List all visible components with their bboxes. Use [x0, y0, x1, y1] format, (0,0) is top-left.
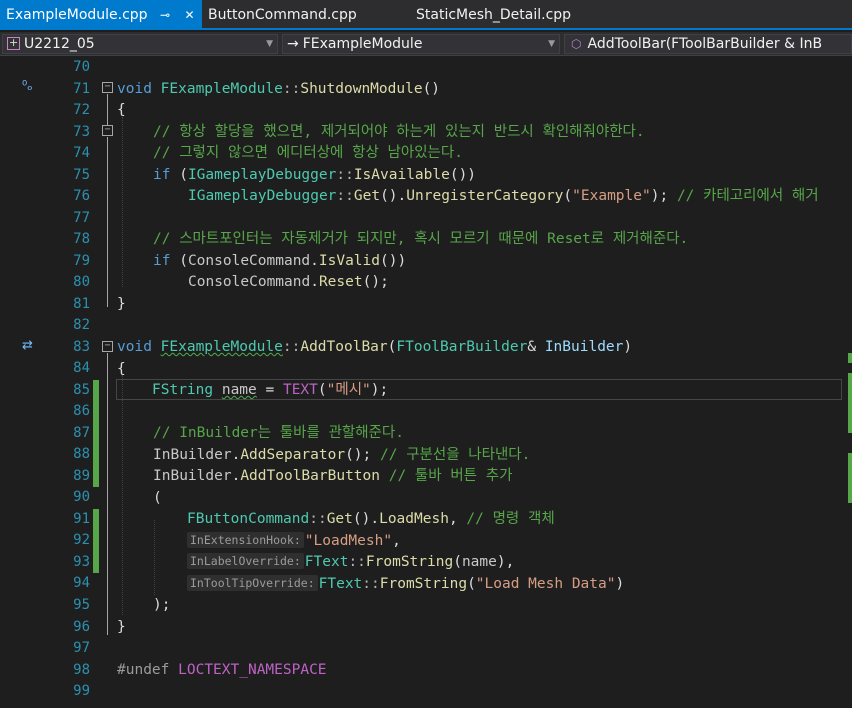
code-line-89[interactable]: InBuilder.AddToolBarButton // 툴바 버튼 추가	[153, 466, 512, 487]
tab-static-mesh-detail[interactable]: StaticMesh_Detail.cpp	[410, 0, 590, 30]
line-number: 76	[73, 188, 90, 205]
line-number: 94	[73, 575, 90, 592]
tab-label: StaticMesh_Detail.cpp	[416, 7, 572, 23]
line-number: 95	[73, 597, 90, 613]
change-indicator	[93, 380, 99, 487]
line-number: 70	[73, 59, 90, 75]
tab-example-module[interactable]: ExampleModule.cpp ⊸ ✕	[0, 0, 202, 30]
code-line-91[interactable]: FButtonCommand::Get().LoadMesh, // 명령 객체	[187, 509, 555, 530]
parameter-hint: InExtensionHook:	[187, 532, 304, 548]
line-number: 96	[73, 618, 90, 635]
line-number: 80	[73, 274, 90, 291]
line-number: 84	[73, 360, 90, 377]
chevron-down-icon: ▼	[548, 39, 555, 49]
code-line-85[interactable]: FString name = TEXT("메시");	[152, 380, 388, 401]
line-number: 73	[73, 123, 90, 140]
code-line-81[interactable]: }	[117, 294, 126, 315]
fold-toggle-icon[interactable]: −	[102, 341, 113, 352]
change-indicator	[93, 509, 99, 573]
line-number: 82	[73, 317, 90, 334]
code-line-83[interactable]: void FExampleModule::AddToolBar(FToolBar…	[117, 337, 632, 358]
line-number: 78	[73, 231, 90, 248]
pin-icon[interactable]: ⊸	[160, 0, 170, 30]
code-line-87[interactable]: // InBuilder는 툴바를 관할해준다.	[153, 423, 404, 444]
fold-toggle-icon[interactable]: −	[102, 125, 113, 136]
parameter-hint: InLabelOverride:	[187, 553, 304, 569]
line-number: 98	[73, 661, 90, 678]
code-line-75[interactable]: if (IGameplayDebugger::IsAvailable())	[153, 165, 476, 186]
code-line-93[interactable]: InLabelOverride: FText::FromString(name),	[187, 552, 514, 573]
line-number: 77	[73, 209, 90, 226]
document-tab-bar: ExampleModule.cpp ⊸ ✕ ButtonCommand.cpp …	[0, 0, 852, 30]
code-line-84[interactable]: {	[117, 359, 126, 380]
code-line-74[interactable]: // 그렇지 않으면 에디터상에 항상 남아있는다.	[153, 143, 463, 164]
line-number: 81	[73, 295, 90, 312]
tab-button-command[interactable]: ButtonCommand.cpp	[202, 0, 402, 30]
line-number: 86	[73, 403, 90, 420]
parameter-hint: InToolTipOverride:	[187, 575, 318, 591]
line-number: 72	[73, 102, 90, 119]
member-dropdown[interactable]: ⬡ AddToolBar(FToolBarBuilder & InB	[564, 34, 852, 54]
line-number: 87	[73, 424, 90, 441]
member-name: AddToolBar(FToolBarBuilder & InB	[587, 36, 823, 52]
line-number: 88	[73, 446, 90, 463]
project-dropdown[interactable]: U2212_05 ▼	[2, 34, 278, 54]
line-number: 71	[73, 80, 90, 97]
line-number: 75	[73, 166, 90, 183]
code-line-76[interactable]: IGameplayDebugger::Get().UnregisterCateg…	[188, 186, 819, 207]
override-arrows-icon[interactable]: ⇄	[22, 338, 33, 353]
code-line-90[interactable]: (	[153, 488, 162, 509]
code-line-73[interactable]: // 항상 할당을 했으면, 제거되어야 하는게 있는지 반드시 확인해줘야한다…	[153, 122, 645, 143]
code-line-72[interactable]: {	[117, 100, 126, 121]
tab-label: ButtonCommand.cpp	[208, 7, 357, 23]
line-number: 93	[73, 553, 90, 570]
close-icon[interactable]: ✕	[185, 0, 195, 30]
code-line-71[interactable]: void FExampleModule::ShutdownModule()	[117, 79, 440, 100]
project-icon	[7, 35, 20, 52]
line-number: 90	[73, 489, 90, 506]
project-name: U2212_05	[24, 36, 95, 52]
codelens-icon[interactable]: ⁰ₒ	[22, 79, 33, 94]
scope-name: FExampleModule	[302, 36, 423, 52]
line-number: 89	[73, 467, 90, 484]
code-line-94[interactable]: InToolTipOverride: FText::FromString("Loa…	[187, 574, 624, 595]
line-number: 91	[73, 510, 90, 527]
code-line-79[interactable]: if (ConsoleCommand.IsValid())	[153, 251, 406, 272]
scope-dropdown[interactable]: → FExampleModule ▼	[282, 34, 560, 54]
arrow-right-icon: →	[287, 36, 299, 52]
line-number: 79	[73, 252, 90, 269]
navigation-bar: U2212_05 ▼ →FExampleModule ▼ ⬡ AddToolBar…	[0, 32, 852, 56]
code-line-80[interactable]: ConsoleCommand.Reset();	[188, 272, 389, 293]
cube-icon: ⬡	[571, 37, 582, 51]
code-editor[interactable]: ⁰ₒ ⇄ − − − 70 71 72 73 74 75 76 77 78 79 80 81 82 83 8…	[0, 57, 852, 708]
code-line-78[interactable]: // 스마트포인터는 자동제거가 되지만, 혹시 모르기 때문에 Reset로 …	[153, 229, 688, 250]
chevron-down-icon: ▼	[266, 39, 273, 49]
fold-toggle-icon[interactable]: −	[102, 82, 113, 93]
tab-label: ExampleModule.cpp	[6, 7, 148, 23]
line-number: 99	[73, 683, 90, 700]
line-number: 83	[73, 338, 90, 355]
code-line-88[interactable]: InBuilder.AddSeparator(); // 구분선을 나타낸다.	[153, 445, 530, 466]
code-line-92[interactable]: InExtensionHook: "LoadMesh",	[187, 531, 401, 552]
line-number: 92	[73, 532, 90, 549]
line-number: 74	[73, 145, 90, 162]
code-line-95[interactable]: );	[153, 595, 170, 616]
line-number: 97	[73, 640, 90, 657]
line-number: 85	[73, 381, 90, 398]
code-line-98[interactable]: #undef LOCTEXT_NAMESPACE	[117, 660, 327, 681]
code-line-96[interactable]: }	[117, 617, 126, 638]
